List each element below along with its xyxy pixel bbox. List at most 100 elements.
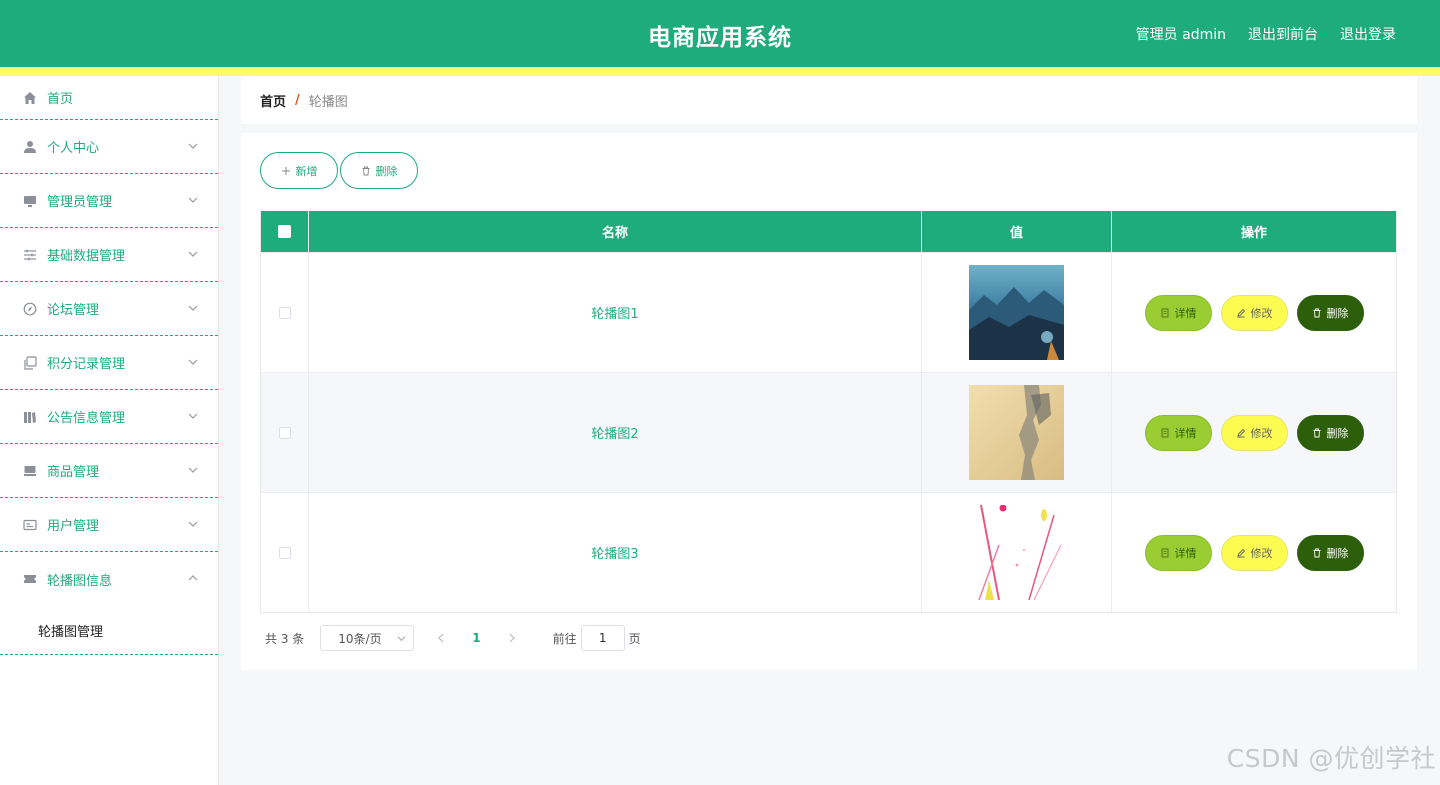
row-delete-button[interactable]: 删除 — [1296, 414, 1364, 451]
chevron-down-icon — [188, 519, 198, 529]
header-links: 管理员 admin 退出到前台 退出登录 — [1136, 24, 1396, 44]
column-header-actions: 操作 — [1240, 226, 1267, 241]
name-cell: 轮播图3 — [309, 493, 922, 612]
page-number[interactable]: 1 — [472, 631, 480, 645]
document-icon — [1161, 428, 1168, 437]
sidebar-item-users[interactable]: 用户管理 — [0, 498, 218, 552]
add-button-label: 新增 — [295, 164, 318, 178]
edit-label: 修改 — [1250, 546, 1273, 560]
sidebar-item-admins[interactable]: 管理员管理 — [0, 174, 218, 228]
actions-cell: 详情 修改 删除 — [1112, 253, 1396, 372]
next-page-icon[interactable] — [507, 633, 517, 643]
edit-button[interactable]: 修改 — [1220, 534, 1288, 571]
chevron-down-icon — [188, 357, 198, 367]
add-button[interactable]: 新增 — [260, 152, 338, 189]
top-header: 电商应用系统 管理员 admin 退出到前台 退出登录 — [0, 0, 1440, 67]
logout-link[interactable]: 退出登录 — [1340, 24, 1396, 44]
document-icon — [1161, 548, 1168, 557]
sidebar-item-notices[interactable]: 公告信息管理 — [0, 390, 218, 444]
detail-label: 详情 — [1174, 306, 1197, 320]
delete-label: 删除 — [1326, 546, 1349, 560]
delete-label: 删除 — [1326, 426, 1349, 440]
edit-label: 修改 — [1250, 306, 1273, 320]
row-checkbox[interactable] — [278, 546, 291, 559]
header-select-cell — [261, 211, 309, 252]
goto-page-input[interactable] — [580, 625, 625, 651]
home-icon — [23, 91, 37, 105]
value-cell — [922, 253, 1112, 372]
row-delete-button[interactable]: 删除 — [1296, 294, 1364, 331]
exit-to-front-link[interactable]: 退出到前台 — [1248, 24, 1318, 44]
edit-button[interactable]: 修改 — [1220, 294, 1288, 331]
main-content: 新增 删除 名称 值 操作 轮播图1 详情 修改 删除 轮播图2 详情 修改 删… — [241, 133, 1417, 670]
sidebar-item-label: 商品管理 — [47, 465, 100, 480]
pencil-icon — [1236, 428, 1245, 437]
detail-button[interactable]: 详情 — [1144, 534, 1212, 571]
detail-label: 详情 — [1174, 426, 1197, 440]
row-name: 轮播图1 — [591, 307, 639, 322]
breadcrumb-home[interactable]: 首页 — [260, 91, 286, 110]
sidebar-item-profile[interactable]: 个人中心 — [0, 120, 218, 174]
column-header-value: 值 — [922, 211, 1112, 252]
edit-label: 修改 — [1250, 426, 1273, 440]
chevron-down-icon — [188, 195, 198, 205]
sidebar: 首页 个人中心 管理员管理 基础数据管理 论坛管理 积分记录管理 公告信息管理 … — [0, 76, 219, 785]
chevron-down-icon — [188, 303, 198, 313]
sidebar-item-label: 管理员管理 — [47, 195, 113, 210]
carousel-thumbnail[interactable] — [969, 265, 1064, 360]
notice-icon — [23, 410, 37, 424]
pencil-icon — [1236, 548, 1245, 557]
plus-icon — [281, 166, 290, 175]
delete-button[interactable]: 删除 — [340, 152, 418, 189]
column-header-name: 名称 — [309, 211, 922, 252]
chevron-up-icon — [188, 573, 198, 583]
chevron-down-icon — [188, 465, 198, 475]
carousel-thumbnail[interactable] — [969, 505, 1064, 600]
carousel-thumbnail[interactable] — [969, 385, 1064, 480]
sidebar-item-carousel[interactable]: 轮播图信息 — [0, 552, 218, 606]
row-name: 轮播图2 — [591, 427, 639, 442]
total-count: 共 3 条 — [265, 631, 305, 646]
goto-label: 前往 — [552, 631, 577, 646]
name-cell: 轮播图2 — [309, 373, 922, 492]
row-select-cell — [261, 253, 309, 372]
monitor-icon — [23, 194, 37, 208]
pencil-icon — [1236, 308, 1245, 317]
sidebar-item-label: 首页 — [47, 92, 74, 107]
submenu-item-carousel-manage[interactable]: 轮播图管理 — [0, 606, 218, 655]
edit-button[interactable]: 修改 — [1220, 414, 1288, 451]
select-all-checkbox[interactable] — [278, 225, 291, 238]
sidebar-item-home[interactable]: 首页 — [0, 76, 218, 120]
row-select-cell — [261, 493, 309, 612]
sidebar-item-label: 论坛管理 — [47, 303, 100, 318]
sidebar-item-goods[interactable]: 商品管理 — [0, 444, 218, 498]
sidebar-item-forum[interactable]: 论坛管理 — [0, 282, 218, 336]
chevron-down-icon — [188, 249, 198, 259]
ticket-icon — [23, 572, 37, 586]
delete-label: 删除 — [1326, 306, 1349, 320]
detail-button[interactable]: 详情 — [1144, 414, 1212, 451]
table-row: 轮播图1 详情 修改 删除 — [261, 252, 1396, 372]
sidebar-item-label: 用户管理 — [47, 519, 100, 534]
page-size-value: 10条/页 — [338, 631, 382, 646]
delete-button-label: 删除 — [375, 164, 398, 178]
row-delete-button[interactable]: 删除 — [1296, 534, 1364, 571]
prev-page-icon[interactable] — [436, 633, 446, 643]
sidebar-item-points[interactable]: 积分记录管理 — [0, 336, 218, 390]
sidebar-item-base-data[interactable]: 基础数据管理 — [0, 228, 218, 282]
page-size-select[interactable]: 10条/页 — [320, 625, 415, 651]
row-checkbox[interactable] — [278, 426, 291, 439]
row-checkbox[interactable] — [278, 306, 291, 319]
row-name: 轮播图3 — [591, 547, 639, 562]
toolbar: 新增 删除 — [260, 152, 418, 189]
table-row: 轮播图2 详情 修改 删除 — [261, 372, 1396, 492]
breadcrumb-separator: / — [295, 92, 300, 108]
trash-icon — [1313, 548, 1320, 557]
detail-button[interactable]: 详情 — [1144, 294, 1212, 331]
detail-label: 详情 — [1174, 546, 1197, 560]
value-cell — [922, 373, 1112, 492]
user-icon — [23, 140, 37, 154]
trash-icon — [1313, 428, 1320, 437]
trash-icon — [362, 166, 369, 175]
table-header: 名称 值 操作 — [261, 211, 1396, 252]
